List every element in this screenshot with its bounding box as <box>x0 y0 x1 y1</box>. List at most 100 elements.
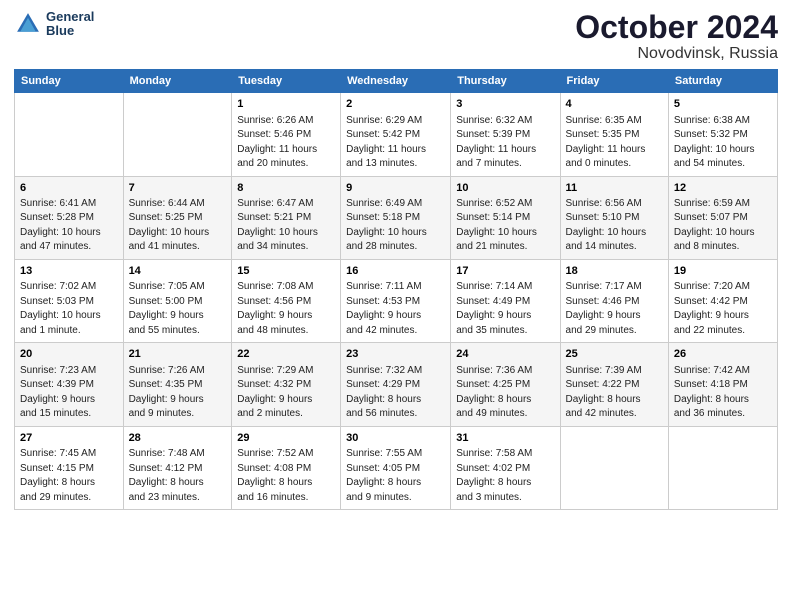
day-detail: Sunrise: 6:47 AM Sunset: 5:21 PM Dayligh… <box>237 197 335 255</box>
day-number: 19 <box>674 264 772 279</box>
calendar-cell: 16Sunrise: 7:11 AM Sunset: 4:53 PM Dayli… <box>341 259 451 342</box>
header-wednesday: Wednesday <box>341 70 451 93</box>
calendar-week-2: 13Sunrise: 7:02 AM Sunset: 5:03 PM Dayli… <box>15 259 778 342</box>
calendar-cell: 4Sunrise: 6:35 AM Sunset: 5:35 PM Daylig… <box>560 93 668 176</box>
day-number: 24 <box>456 347 554 362</box>
day-number: 18 <box>566 264 663 279</box>
location-title: Novodvinsk, Russia <box>575 45 778 63</box>
header-tuesday: Tuesday <box>232 70 341 93</box>
day-number: 26 <box>674 347 772 362</box>
calendar-cell: 10Sunrise: 6:52 AM Sunset: 5:14 PM Dayli… <box>451 176 560 259</box>
calendar-week-1: 6Sunrise: 6:41 AM Sunset: 5:28 PM Daylig… <box>15 176 778 259</box>
day-detail: Sunrise: 7:45 AM Sunset: 4:15 PM Dayligh… <box>20 447 118 505</box>
title-block: October 2024 Novodvinsk, Russia <box>575 10 778 63</box>
calendar-cell: 9Sunrise: 6:49 AM Sunset: 5:18 PM Daylig… <box>341 176 451 259</box>
header-sunday: Sunday <box>15 70 124 93</box>
calendar-week-4: 27Sunrise: 7:45 AM Sunset: 4:15 PM Dayli… <box>15 426 778 509</box>
calendar-cell: 21 Sunrise: 7:26 AM Sunset: 4:35 PM Dayli… <box>123 343 232 426</box>
calendar-cell: 27Sunrise: 7:45 AM Sunset: 4:15 PM Dayli… <box>15 426 124 509</box>
day-number: 2 <box>346 97 445 112</box>
calendar-cell: 1 Sunrise: 6:26 AM Sunset: 5:46 PM Daylig… <box>232 93 341 176</box>
day-detail: Sunrise: 7:32 AM Sunset: 4:29 PM Dayligh… <box>346 364 445 422</box>
day-detail: Sunrise: 6:44 AM Sunset: 5:25 PM Dayligh… <box>129 197 227 255</box>
header-saturday: Saturday <box>668 70 777 93</box>
day-number: 12 <box>674 181 772 196</box>
day-number: 4 <box>566 97 663 112</box>
day-detail: Sunrise: 7:23 AM Sunset: 4:39 PM Dayligh… <box>20 364 118 422</box>
day-detail: Sunrise: 6:56 AM Sunset: 5:10 PM Dayligh… <box>566 197 663 255</box>
day-detail: Sunrise: 7:39 AM Sunset: 4:22 PM Dayligh… <box>566 364 663 422</box>
day-number: 3 <box>456 97 554 112</box>
logo-icon <box>14 10 42 38</box>
day-number: 15 <box>237 264 335 279</box>
day-number: 27 <box>20 431 118 446</box>
calendar-cell: 29Sunrise: 7:52 AM Sunset: 4:08 PM Dayli… <box>232 426 341 509</box>
day-detail: Sunrise: 6:49 AM Sunset: 5:18 PM Dayligh… <box>346 197 445 255</box>
calendar-cell: 22Sunrise: 7:29 AM Sunset: 4:32 PM Dayli… <box>232 343 341 426</box>
calendar-cell: 7Sunrise: 6:44 AM Sunset: 5:25 PM Daylig… <box>123 176 232 259</box>
calendar-cell: 25 Sunrise: 7:39 AM Sunset: 4:22 PM Dayli… <box>560 343 668 426</box>
day-detail: Sunrise: 7:17 AM Sunset: 4:46 PM Dayligh… <box>566 280 663 338</box>
day-number: 9 <box>346 181 445 196</box>
day-number: 28 <box>129 431 227 446</box>
day-detail: Sunrise: 6:32 AM Sunset: 5:39 PM Dayligh… <box>456 114 554 172</box>
day-detail: Sunrise: 6:38 AM Sunset: 5:32 PM Dayligh… <box>674 114 772 172</box>
calendar-cell: 5Sunrise: 6:38 AM Sunset: 5:32 PM Daylig… <box>668 93 777 176</box>
day-number: 10 <box>456 181 554 196</box>
day-number: 31 <box>456 431 554 446</box>
day-detail: Sunrise: 7:52 AM Sunset: 4:08 PM Dayligh… <box>237 447 335 505</box>
day-detail: Sunrise: 7:36 AM Sunset: 4:25 PM Dayligh… <box>456 364 554 422</box>
calendar-cell: 3 Sunrise: 6:32 AM Sunset: 5:39 PM Daylig… <box>451 93 560 176</box>
calendar-week-3: 20 Sunrise: 7:23 AM Sunset: 4:39 PM Dayli… <box>15 343 778 426</box>
day-detail: Sunrise: 7:20 AM Sunset: 4:42 PM Dayligh… <box>674 280 772 338</box>
header-monday: Monday <box>123 70 232 93</box>
calendar-cell: 23 Sunrise: 7:32 AM Sunset: 4:29 PM Dayli… <box>341 343 451 426</box>
day-number: 6 <box>20 181 118 196</box>
day-number: 20 <box>20 347 118 362</box>
day-detail: Sunrise: 7:42 AM Sunset: 4:18 PM Dayligh… <box>674 364 772 422</box>
calendar-cell: 18Sunrise: 7:17 AM Sunset: 4:46 PM Dayli… <box>560 259 668 342</box>
day-number: 23 <box>346 347 445 362</box>
calendar-cell: 8Sunrise: 6:47 AM Sunset: 5:21 PM Daylig… <box>232 176 341 259</box>
calendar-table: Sunday Monday Tuesday Wednesday Thursday… <box>14 69 778 510</box>
day-detail: Sunrise: 7:29 AM Sunset: 4:32 PM Dayligh… <box>237 364 335 422</box>
day-detail: Sunrise: 7:02 AM Sunset: 5:03 PM Dayligh… <box>20 280 118 338</box>
calendar-cell <box>15 93 124 176</box>
day-detail: Sunrise: 6:41 AM Sunset: 5:28 PM Dayligh… <box>20 197 118 255</box>
day-number: 11 <box>566 181 663 196</box>
calendar-cell <box>560 426 668 509</box>
day-number: 21 <box>129 347 227 362</box>
day-number: 30 <box>346 431 445 446</box>
calendar-cell <box>123 93 232 176</box>
calendar-cell: 14Sunrise: 7:05 AM Sunset: 5:00 PM Dayli… <box>123 259 232 342</box>
header-friday: Friday <box>560 70 668 93</box>
calendar-cell: 30Sunrise: 7:55 AM Sunset: 4:05 PM Dayli… <box>341 426 451 509</box>
day-number: 1 <box>237 97 335 112</box>
calendar-week-0: 1 Sunrise: 6:26 AM Sunset: 5:46 PM Daylig… <box>15 93 778 176</box>
calendar-cell: 12Sunrise: 6:59 AM Sunset: 5:07 PM Dayli… <box>668 176 777 259</box>
day-detail: Sunrise: 7:11 AM Sunset: 4:53 PM Dayligh… <box>346 280 445 338</box>
logo-text: General Blue <box>46 10 94 39</box>
page-container: General Blue October 2024 Novodvinsk, Ru… <box>0 0 792 516</box>
day-number: 17 <box>456 264 554 279</box>
day-number: 25 <box>566 347 663 362</box>
calendar-cell: 11Sunrise: 6:56 AM Sunset: 5:10 PM Dayli… <box>560 176 668 259</box>
day-detail: Sunrise: 7:48 AM Sunset: 4:12 PM Dayligh… <box>129 447 227 505</box>
calendar-cell: 28Sunrise: 7:48 AM Sunset: 4:12 PM Dayli… <box>123 426 232 509</box>
day-detail: Sunrise: 6:26 AM Sunset: 5:46 PM Dayligh… <box>237 114 335 172</box>
calendar-cell: 2Sunrise: 6:29 AM Sunset: 5:42 PM Daylig… <box>341 93 451 176</box>
calendar-cell: 13Sunrise: 7:02 AM Sunset: 5:03 PM Dayli… <box>15 259 124 342</box>
calendar-cell: 20 Sunrise: 7:23 AM Sunset: 4:39 PM Dayli… <box>15 343 124 426</box>
weekday-header-row: Sunday Monday Tuesday Wednesday Thursday… <box>15 70 778 93</box>
day-detail: Sunrise: 7:08 AM Sunset: 4:56 PM Dayligh… <box>237 280 335 338</box>
calendar-cell: 17Sunrise: 7:14 AM Sunset: 4:49 PM Dayli… <box>451 259 560 342</box>
day-detail: Sunrise: 7:14 AM Sunset: 4:49 PM Dayligh… <box>456 280 554 338</box>
logo: General Blue <box>14 10 94 39</box>
calendar-cell: 15Sunrise: 7:08 AM Sunset: 4:56 PM Dayli… <box>232 259 341 342</box>
header: General Blue October 2024 Novodvinsk, Ru… <box>14 10 778 63</box>
day-number: 7 <box>129 181 227 196</box>
day-detail: Sunrise: 7:26 AM Sunset: 4:35 PM Dayligh… <box>129 364 227 422</box>
calendar-cell: 26 Sunrise: 7:42 AM Sunset: 4:18 PM Dayli… <box>668 343 777 426</box>
day-detail: Sunrise: 7:05 AM Sunset: 5:00 PM Dayligh… <box>129 280 227 338</box>
day-detail: Sunrise: 6:52 AM Sunset: 5:14 PM Dayligh… <box>456 197 554 255</box>
